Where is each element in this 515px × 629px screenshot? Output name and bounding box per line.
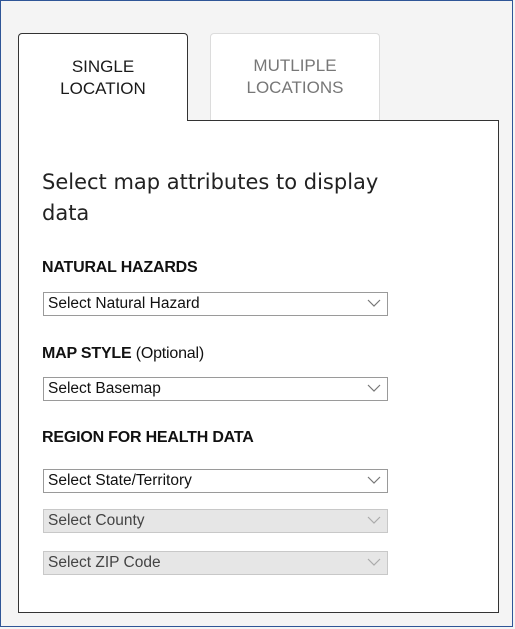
tab-multiple-locations[interactable]: MUTLIPLE LOCATIONS	[210, 33, 380, 120]
county-select-value: Select County	[48, 512, 145, 529]
map-style-optional-text: (Optional)	[135, 345, 204, 362]
state-territory-select-value: Select State/Territory	[48, 472, 192, 489]
tab-single-location[interactable]: SINGLE LOCATION	[18, 33, 188, 121]
chevron-down-icon	[367, 299, 381, 307]
tab-single-location-line1: SINGLE	[71, 56, 135, 76]
map-style-label: MAP STYLE (Optional)	[42, 345, 204, 363]
tab-multiple-locations-line2: LOCATIONS	[246, 78, 344, 97]
basemap-select-value: Select Basemap	[48, 380, 161, 397]
tab-single-location-line2: LOCATION	[60, 78, 146, 98]
chevron-down-icon	[367, 476, 381, 484]
county-select[interactable]: Select County	[43, 509, 388, 533]
zip-code-select[interactable]: Select ZIP Code	[43, 551, 388, 575]
natural-hazard-select[interactable]: Select Natural Hazard	[43, 292, 388, 316]
chevron-down-icon	[367, 516, 381, 524]
zip-code-select-value: Select ZIP Code	[48, 554, 161, 571]
tab-multiple-locations-line1: MUTLIPLE	[253, 56, 337, 75]
natural-hazard-select-value: Select Natural Hazard	[48, 295, 200, 312]
chevron-down-icon	[367, 384, 381, 392]
state-territory-select[interactable]: Select State/Territory	[43, 469, 388, 493]
basemap-select[interactable]: Select Basemap	[43, 377, 388, 401]
map-style-label-text: MAP STYLE	[42, 345, 132, 362]
natural-hazards-label: NATURAL HAZARDS	[42, 259, 198, 276]
panel-heading: Select map attributes to display data	[42, 170, 379, 225]
chevron-down-icon	[367, 558, 381, 566]
region-health-data-label: REGION FOR HEALTH DATA	[42, 429, 254, 446]
